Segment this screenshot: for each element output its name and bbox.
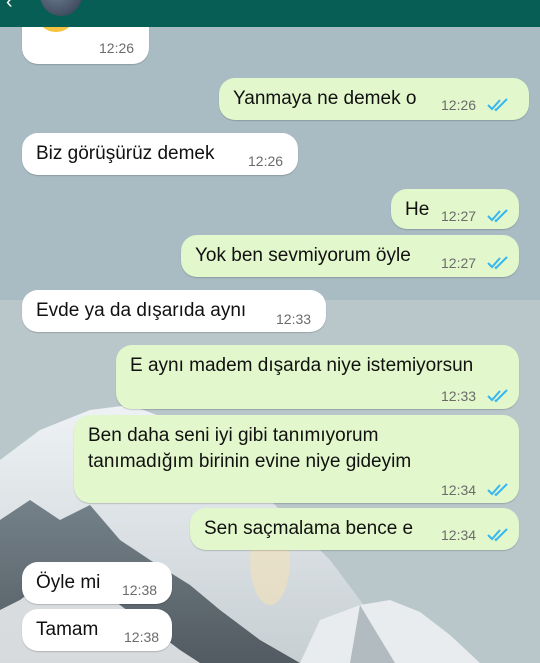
outgoing-message[interactable]: Yok ben sevmiyorum öyle 12:27 (181, 235, 519, 277)
message-time: 12:38 (124, 629, 160, 645)
double-check-icon (487, 483, 509, 497)
message-text: Yok ben sevmiyorum öyle (195, 245, 411, 266)
double-check-icon (487, 256, 509, 270)
incoming-message[interactable]: Öyle mi 12:38 (22, 562, 172, 604)
message-text: E aynı madem dışarda niye istemiyorsun (130, 355, 474, 376)
back-arrow-icon[interactable]: ‹ (6, 0, 13, 14)
message-text: He (405, 199, 430, 220)
incoming-message[interactable]: Biz görüşürüz demek 12:26 (22, 133, 298, 175)
message-text: Öyle mi (36, 572, 101, 593)
message-time: 12:34 (441, 527, 477, 543)
message-time: 12:26 (99, 40, 135, 56)
outgoing-message[interactable]: Ben daha seni iyi gibi tanımıyorum tanım… (74, 415, 519, 503)
outgoing-message[interactable]: Yanmaya ne demek o 12:26 (219, 78, 529, 120)
outgoing-message[interactable]: E aynı madem dışarda niye istemiyorsun 1… (116, 345, 519, 409)
message-time: 12:27 (441, 255, 477, 271)
incoming-message[interactable]: Evde ya da dışarıda aynı 12:33 (22, 290, 326, 332)
double-check-icon (487, 528, 509, 542)
chat-header: ‹ (0, 0, 540, 27)
message-text: Tamam (36, 619, 99, 640)
double-check-icon (487, 389, 509, 403)
message-time: 12:26 (441, 97, 477, 113)
outgoing-message[interactable]: He 12:27 (391, 189, 519, 229)
message-time: 12:38 (122, 582, 158, 598)
message-time: 12:27 (441, 208, 477, 224)
message-time: 12:33 (441, 388, 477, 404)
double-check-icon (487, 98, 509, 112)
message-time: 12:34 (441, 482, 477, 498)
message-list: 12:26 Yanmaya ne demek o 12:26 Biz görüş… (0, 0, 540, 663)
message-text: Biz görüşürüz demek (36, 143, 215, 164)
incoming-message[interactable]: Tamam 12:38 (22, 609, 172, 651)
message-time: 12:26 (248, 153, 284, 169)
message-time: 12:33 (276, 311, 312, 327)
contact-avatar[interactable] (40, 0, 82, 16)
double-check-icon (487, 209, 509, 223)
message-text: Sen saçmalama bence e (204, 518, 414, 539)
message-text: Evde ya da dışarıda aynı (36, 300, 247, 321)
message-text: Yanmaya ne demek o (233, 88, 417, 109)
message-text: Ben daha seni iyi gibi tanımıyorum tanım… (88, 425, 412, 472)
outgoing-message[interactable]: Sen saçmalama bence e 12:34 (190, 508, 519, 550)
